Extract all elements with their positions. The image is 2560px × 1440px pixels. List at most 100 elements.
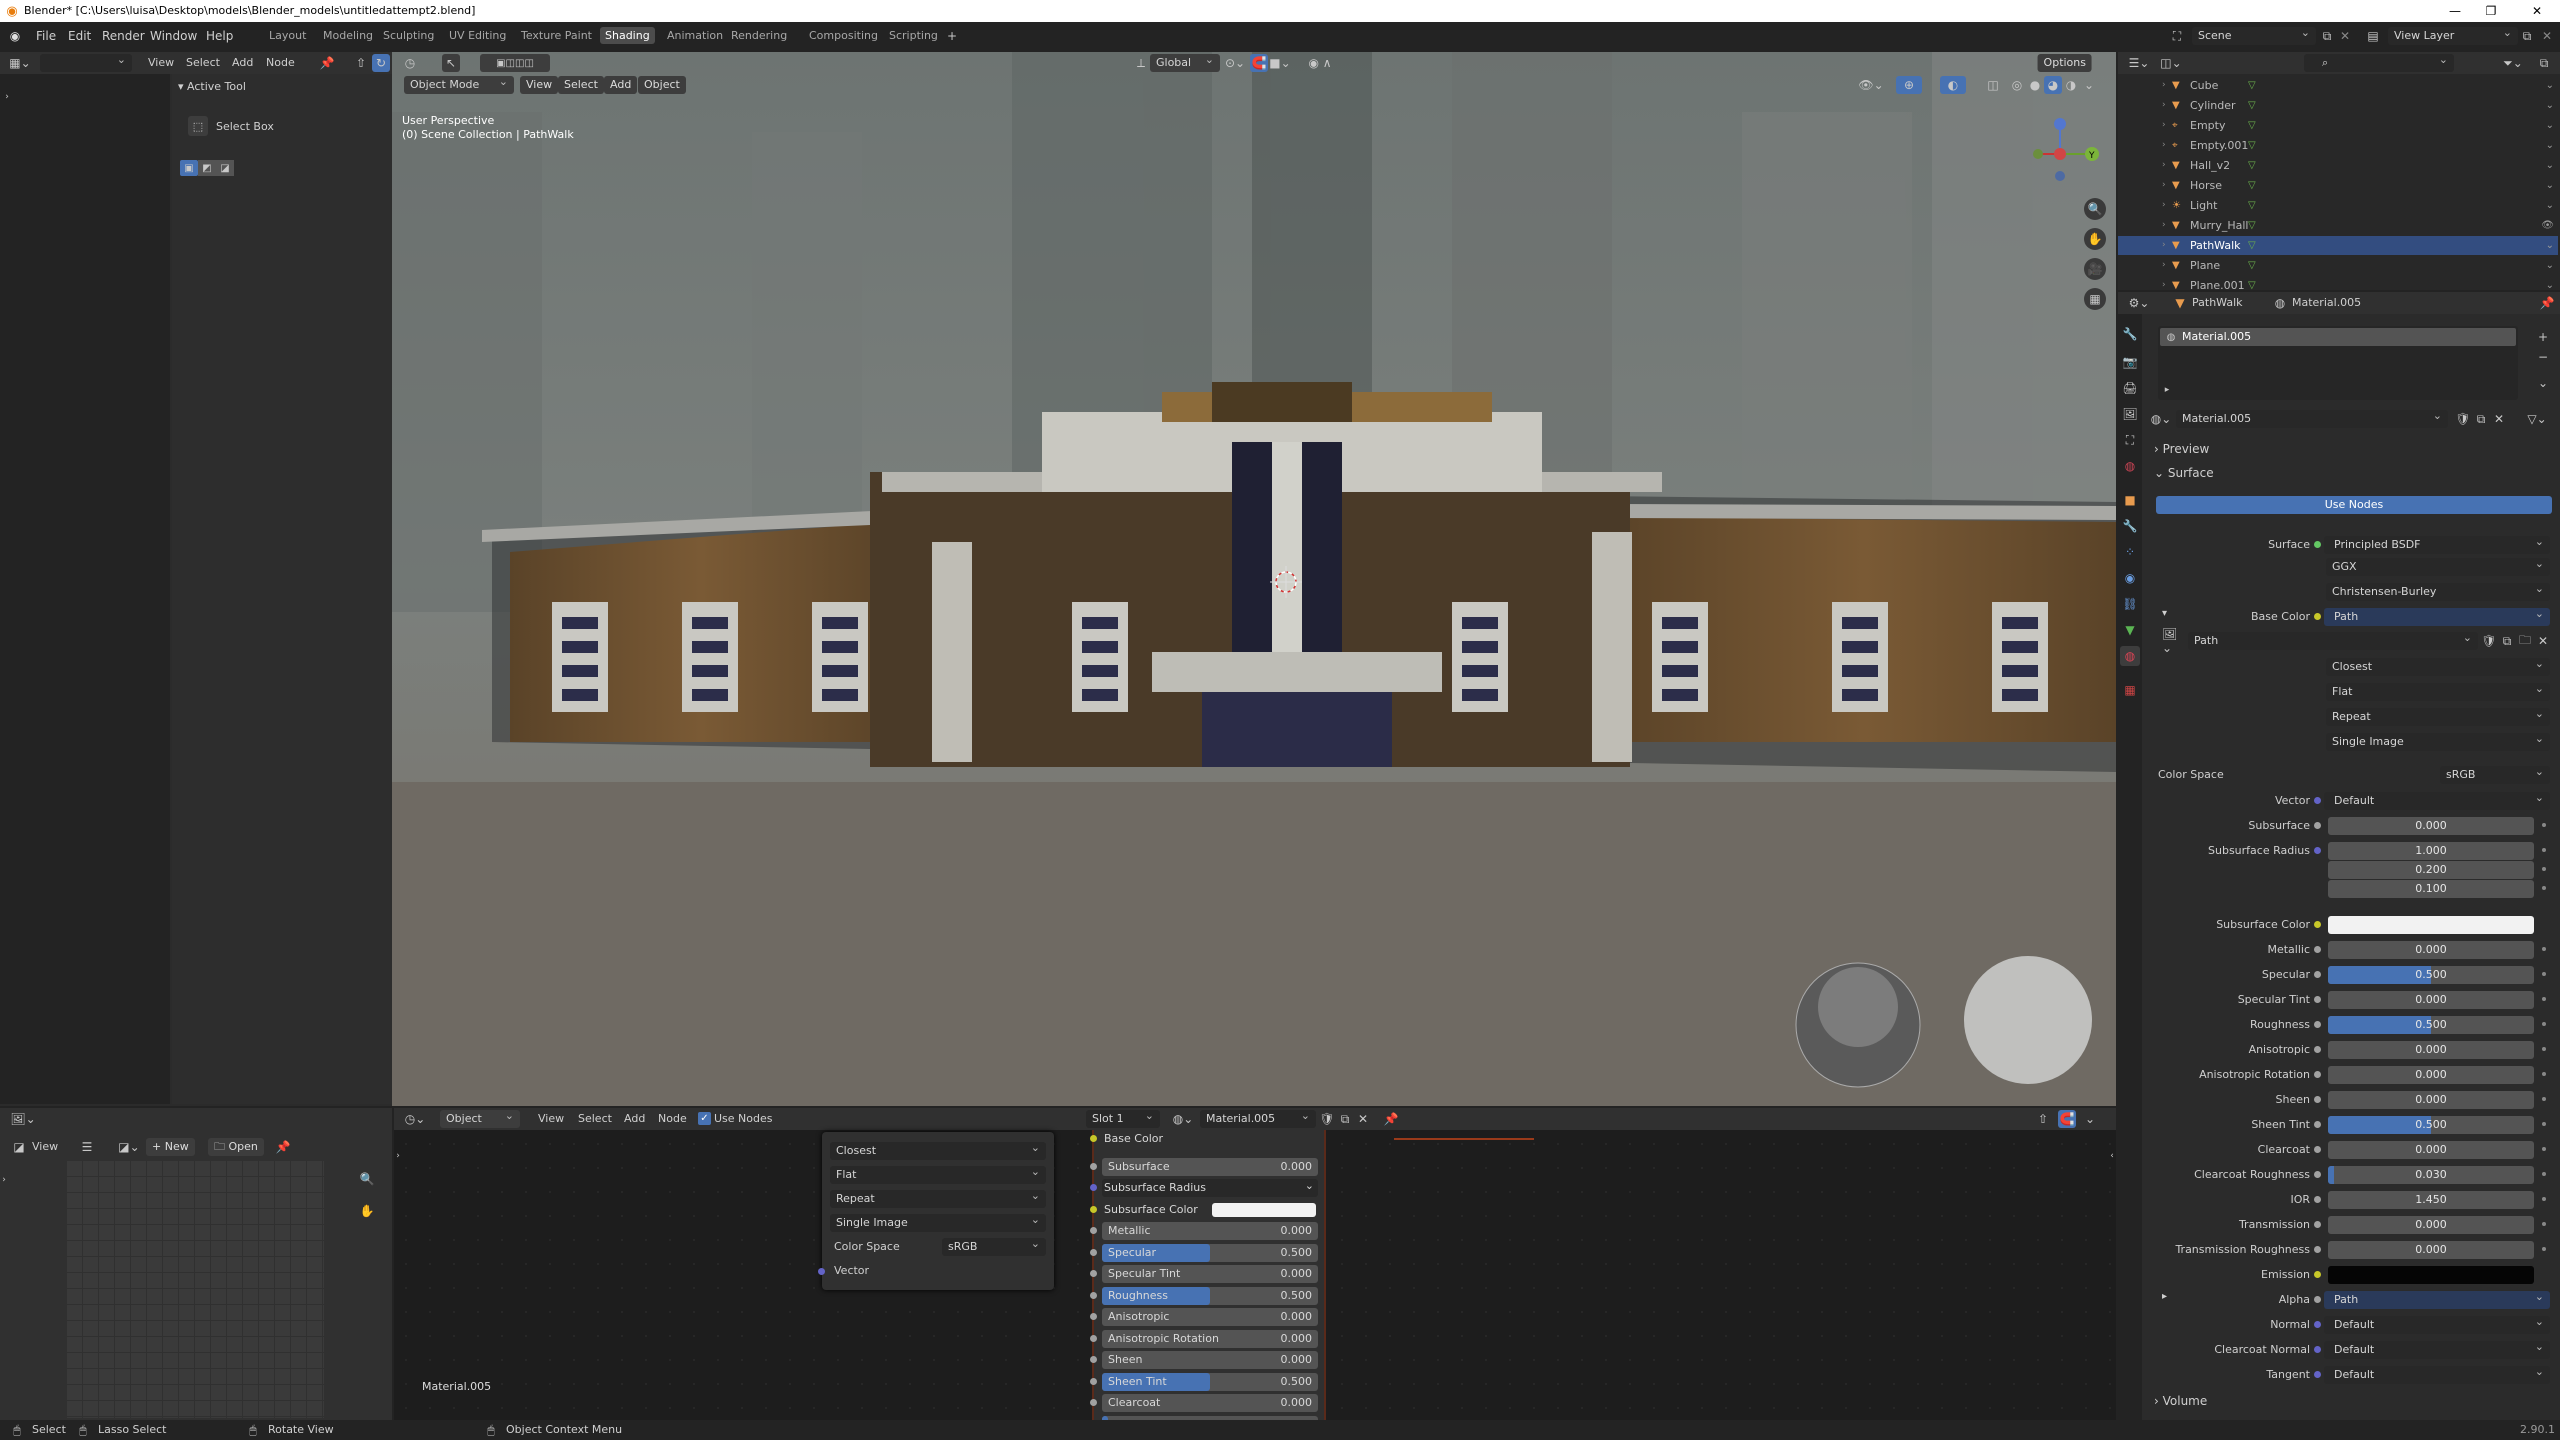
scene-new-icon[interactable]: ⧉ bbox=[2318, 27, 2336, 45]
visibility-icon[interactable]: 👁⌄ bbox=[1858, 76, 1884, 94]
world-tab-icon[interactable]: ◍ bbox=[2120, 456, 2140, 476]
outliner-item[interactable]: › ▼ Cube ▽ ⌄ bbox=[2118, 76, 2558, 95]
base-color-link[interactable]: Path bbox=[2324, 608, 2550, 626]
vp-menu-view[interactable]: View bbox=[520, 76, 559, 94]
expand-arrow-icon[interactable]: › bbox=[2162, 76, 2166, 95]
workspace-tab-compositing[interactable]: Compositing bbox=[804, 27, 883, 44]
visibility-eye-icon[interactable]: ⌄ bbox=[2546, 256, 2554, 275]
param-sheen-field[interactable]: 0.000 bbox=[2328, 1091, 2534, 1109]
input-socket-icon[interactable] bbox=[2314, 613, 2321, 620]
display-mode-icon[interactable]: ◫⌄ bbox=[2158, 54, 2184, 72]
surface-section[interactable]: ⌄ Surface bbox=[2154, 466, 2214, 480]
workspace-tab-sculpting[interactable]: Sculpting bbox=[378, 27, 439, 44]
input-socket-icon[interactable] bbox=[2314, 1146, 2321, 1153]
ortho-grid-icon[interactable]: ▦ bbox=[2084, 288, 2106, 310]
physics-tab-icon[interactable]: ◉ bbox=[2120, 568, 2140, 588]
input-socket-icon[interactable] bbox=[2314, 971, 2321, 978]
image-menu-view[interactable]: View bbox=[32, 1140, 58, 1153]
keyframe-dot-icon[interactable] bbox=[2542, 997, 2546, 1001]
orientation-icon[interactable]: ⟂ bbox=[1132, 54, 1150, 72]
expand-arrow-icon[interactable]: › bbox=[2162, 116, 2166, 135]
input-socket-icon[interactable] bbox=[2314, 847, 2321, 854]
material-slot-row[interactable]: ◍ Material.005 bbox=[2160, 328, 2516, 346]
parent-dir-icon[interactable]: ⇧ bbox=[352, 54, 370, 72]
keyframe-dot-icon[interactable] bbox=[2542, 867, 2546, 871]
image-name-field[interactable]: Path bbox=[2188, 632, 2478, 650]
preview-section[interactable]: › Preview bbox=[2154, 442, 2209, 456]
material-slot-list[interactable]: ◍ Material.005 ▸ bbox=[2158, 326, 2518, 400]
snap-icon[interactable]: 🧲 bbox=[1250, 54, 1268, 72]
vp-menu-object[interactable]: Object bbox=[638, 76, 686, 94]
bsdf-input-row[interactable]: Anisotropic 0.000 bbox=[1090, 1308, 1318, 1326]
orientation-selector[interactable]: Global bbox=[1150, 54, 1220, 72]
input-socket-icon[interactable] bbox=[2314, 1121, 2321, 1128]
texture-tab-icon[interactable]: ▦ bbox=[2120, 680, 2140, 700]
viewport-3d[interactable]: ◷ Object Mode View Select Add Object ↖ ▣… bbox=[392, 52, 2116, 1106]
refresh-icon[interactable]: ↻ bbox=[372, 54, 390, 72]
image-open-icon[interactable]: 🗀 bbox=[2516, 632, 2534, 650]
keyframe-dot-icon[interactable] bbox=[2542, 1172, 2546, 1176]
color-space-dropdown[interactable]: sRGB bbox=[2440, 766, 2550, 784]
input-socket-icon[interactable] bbox=[2314, 1046, 2321, 1053]
expand-arrow-icon[interactable]: › bbox=[2162, 236, 2166, 255]
visibility-eye-icon[interactable]: ⌄ bbox=[2546, 156, 2554, 175]
camera-view-icon[interactable]: 🎥 bbox=[2084, 258, 2106, 280]
bsdf-input-row[interactable]: Specular 0.500 bbox=[1090, 1243, 1318, 1262]
view-layer-new-icon[interactable]: ⧉ bbox=[2518, 27, 2536, 45]
bsdf-socket-icon[interactable] bbox=[1090, 1184, 1097, 1191]
bsdf-socket-icon[interactable] bbox=[1090, 1313, 1097, 1320]
param-metallic-field[interactable]: 0.000 bbox=[2328, 941, 2534, 959]
node-menu-node[interactable]: Node bbox=[658, 1112, 687, 1125]
node-toolbar-expand-icon[interactable]: › bbox=[394, 1150, 402, 1162]
select-box-icon[interactable]: ⬚ bbox=[188, 116, 208, 136]
filter-icon[interactable]: ⏷⌄ bbox=[2500, 54, 2526, 72]
duplicate-material-icon[interactable]: ⧉ bbox=[2472, 410, 2490, 428]
tex-node-vector-socket[interactable] bbox=[818, 1268, 825, 1275]
expand-arrow-icon[interactable]: › bbox=[2162, 96, 2166, 115]
bsdf-input-row[interactable]: Metallic 0.000 bbox=[1090, 1222, 1318, 1240]
workspace-tab-layout[interactable]: Layout bbox=[264, 27, 311, 44]
visibility-eye-icon[interactable]: ⌄ bbox=[2546, 76, 2554, 95]
keyframe-dot-icon[interactable] bbox=[2542, 1072, 2546, 1076]
menu-help[interactable]: Help bbox=[206, 29, 233, 43]
workspace-tab-scripting[interactable]: Scripting bbox=[884, 27, 943, 44]
workspace-tab-uv-editing[interactable]: UV Editing bbox=[444, 27, 511, 44]
close-button[interactable]: ✕ bbox=[2522, 2, 2552, 20]
image-mode-icon[interactable]: ◪ bbox=[10, 1138, 28, 1156]
param-sheen-tint-field[interactable]: 0.500 bbox=[2328, 1116, 2534, 1134]
node-material-field[interactable]: Material.005 bbox=[1200, 1110, 1316, 1128]
output-tab-icon[interactable]: 🖨 bbox=[2120, 378, 2140, 398]
fake-user-icon[interactable]: 🛡 bbox=[2454, 410, 2472, 428]
bsdf-input-row[interactable]: Specular Tint 0.000 bbox=[1090, 1265, 1318, 1283]
param-specular-field[interactable]: 0.500 bbox=[2328, 966, 2534, 984]
input-socket-icon[interactable] bbox=[2314, 1271, 2321, 1278]
image-browse-icon[interactable]: 🖼⌄ bbox=[2162, 627, 2186, 655]
param-clearcoat-field[interactable]: 0.000 bbox=[2328, 1141, 2534, 1159]
pin-icon[interactable]: 📌 bbox=[318, 54, 336, 72]
keyframe-dot-icon[interactable] bbox=[2542, 1147, 2546, 1151]
parent-node-tree-icon[interactable]: ⇧ bbox=[2034, 1110, 2052, 1128]
visibility-eye-icon[interactable]: ⌄ bbox=[2546, 176, 2554, 195]
menu-edit[interactable]: Edit bbox=[68, 29, 91, 43]
bsdf-input-row[interactable]: Subsurface 0.000 bbox=[1090, 1157, 1318, 1176]
input-socket-icon[interactable] bbox=[2314, 1296, 2321, 1303]
input-socket-icon[interactable] bbox=[2314, 822, 2321, 829]
keyframe-dot-icon[interactable] bbox=[2542, 1197, 2546, 1201]
shading-wireframe-icon[interactable]: ◎ bbox=[2008, 76, 2026, 94]
outliner-search[interactable]: ⌕ bbox=[2304, 54, 2454, 72]
add-workspace-icon[interactable]: + bbox=[944, 28, 960, 44]
bsdf-input-row[interactable]: Roughness 0.500 bbox=[1090, 1286, 1318, 1305]
input-socket-icon[interactable] bbox=[2314, 541, 2321, 548]
proportional-icon[interactable]: ◉ ∧ bbox=[1302, 54, 1338, 72]
input-socket-icon[interactable] bbox=[2314, 1196, 2321, 1203]
bsdf-input-row[interactable]: Base Color bbox=[1090, 1130, 1318, 1148]
expand-arrow-icon[interactable]: › bbox=[2162, 216, 2166, 235]
editor-type-icon[interactable]: ▦⌄ bbox=[8, 54, 32, 72]
overlay-icon[interactable]: ◐ bbox=[1940, 76, 1966, 94]
options-button[interactable]: Options bbox=[2037, 54, 2092, 72]
unlink-material-icon[interactable]: ✕ bbox=[2490, 410, 2508, 428]
sss-radius-b-field[interactable]: 0.100 bbox=[2328, 880, 2534, 898]
input-socket-icon[interactable] bbox=[2314, 996, 2321, 1003]
remove-slot-icon[interactable]: − bbox=[2534, 348, 2552, 366]
node-fake-user-icon[interactable]: 🛡 bbox=[1318, 1110, 1336, 1128]
